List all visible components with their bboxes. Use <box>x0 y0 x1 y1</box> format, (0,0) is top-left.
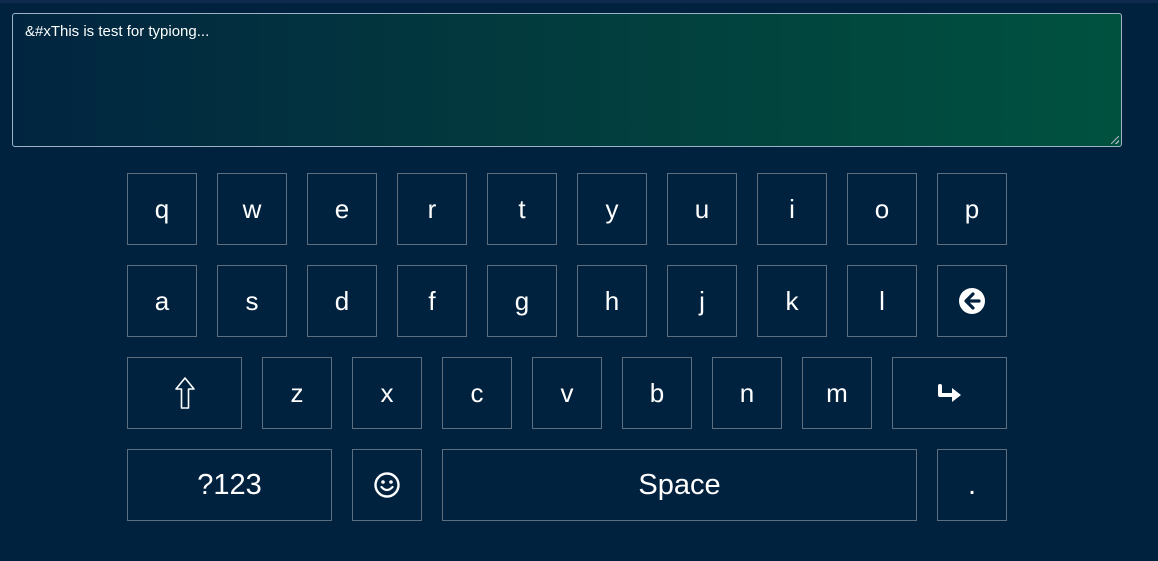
key-j[interactable]: j <box>667 265 737 337</box>
key-c[interactable]: c <box>442 357 512 429</box>
virtual-keyboard-page: &#xThis is test for typiong... q w e r t… <box>0 0 1158 561</box>
key-i[interactable]: i <box>757 173 827 245</box>
key-l[interactable]: l <box>847 265 917 337</box>
key-r[interactable]: r <box>397 173 467 245</box>
key-b[interactable]: b <box>622 357 692 429</box>
enter-arrow-icon <box>937 384 961 402</box>
key-f[interactable]: f <box>397 265 467 337</box>
smiley-icon <box>374 472 400 498</box>
key-s[interactable]: s <box>217 265 287 337</box>
backspace-key[interactable] <box>937 265 1007 337</box>
key-t[interactable]: t <box>487 173 557 245</box>
key-y[interactable]: y <box>577 173 647 245</box>
on-screen-keyboard: q w e r t y u i o p a s d f g h j k l z … <box>0 3 1158 561</box>
key-d[interactable]: d <box>307 265 377 337</box>
space-key[interactable]: Space <box>442 449 917 521</box>
key-p[interactable]: p <box>937 173 1007 245</box>
key-z[interactable]: z <box>262 357 332 429</box>
key-o[interactable]: o <box>847 173 917 245</box>
key-h[interactable]: h <box>577 265 647 337</box>
shift-arrow-up-icon <box>174 377 195 409</box>
shift-key[interactable] <box>127 357 242 429</box>
key-k[interactable]: k <box>757 265 827 337</box>
key-q[interactable]: q <box>127 173 197 245</box>
key-u[interactable]: u <box>667 173 737 245</box>
period-key[interactable]: . <box>937 449 1007 521</box>
key-a[interactable]: a <box>127 265 197 337</box>
enter-key[interactable] <box>892 357 1007 429</box>
arrow-left-circle-icon <box>959 288 985 314</box>
key-n[interactable]: n <box>712 357 782 429</box>
key-v[interactable]: v <box>532 357 602 429</box>
key-g[interactable]: g <box>487 265 557 337</box>
key-m[interactable]: m <box>802 357 872 429</box>
emoji-key[interactable] <box>352 449 422 521</box>
key-e[interactable]: e <box>307 173 377 245</box>
key-w[interactable]: w <box>217 173 287 245</box>
key-x[interactable]: x <box>352 357 422 429</box>
symbols-key[interactable]: ?123 <box>127 449 332 521</box>
